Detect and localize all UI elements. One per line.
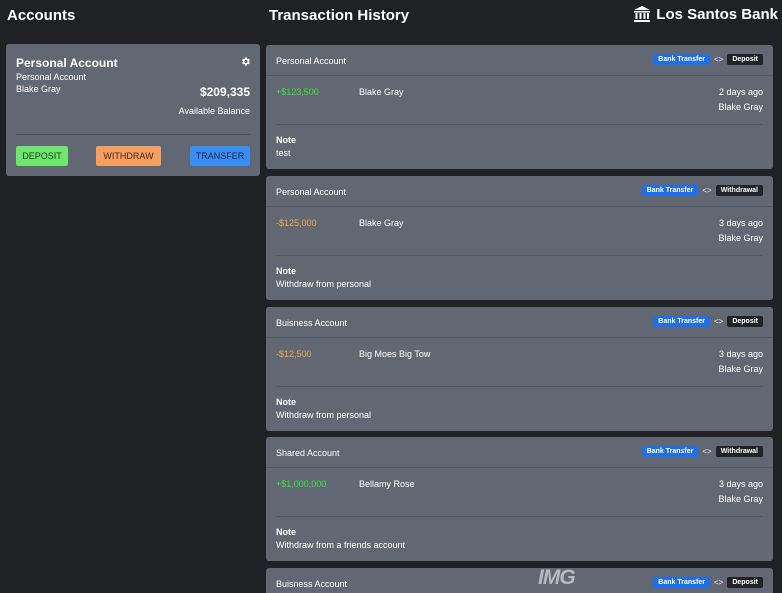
transaction-card: Personal Account Bank Transfer <> Deposi… [266,45,773,169]
note-label: Note [276,135,296,145]
type-badge: Deposit [727,577,763,588]
transaction-tags: Bank Transfer <> Withdrawal [641,185,763,196]
transaction-time: 3 days ago [718,349,763,359]
transaction-card: Buisness Account Bank Transfer <> Deposi… [266,307,773,431]
transaction-tags: Bank Transfer <> Deposit [653,54,763,65]
transaction-party: Big Moes Big Tow [359,349,431,359]
method-badge: Bank Transfer [641,185,699,196]
account-type: Personal Account [16,72,87,82]
type-badge: Withdrawal [715,446,763,457]
transaction-by: Blake Gray [718,364,763,374]
transaction-card: Buisness Account Bank Transfer <> Deposi… [266,568,773,593]
tag-separator: <> [702,447,712,456]
account-card[interactable]: Personal Account Personal Account Blake … [6,44,260,176]
tag-separator: <> [713,578,724,587]
account-owner: Blake Gray [16,84,61,94]
account-title: Personal Account [16,56,118,70]
transaction-amount: -$125,000 [276,218,317,228]
transaction-account: Personal Account [276,56,347,66]
transaction-amount: -$12,500 [276,349,312,359]
divider [276,516,763,517]
transaction-time: 3 days ago [718,479,763,489]
transaction-tags: Bank Transfer <> Withdrawal [641,446,763,457]
transaction-tags: Bank Transfer <> Deposit [653,577,763,588]
tag-separator: <> [713,317,724,326]
transaction-tags: Bank Transfer <> Deposit [653,316,763,327]
divider [16,134,250,135]
note-text: test [276,148,291,158]
transaction-account: Buisness Account [276,318,348,328]
transaction-card: Shared Account Bank Transfer <> Withdraw… [266,437,773,561]
divider [276,124,763,125]
transaction-card: Personal Account Bank Transfer <> Withdr… [266,176,773,300]
account-balance: $209,335 [199,85,250,99]
available-balance-label: Available Balance [178,106,250,116]
transaction-by: Blake Gray [718,494,763,504]
tag-separator: <> [713,55,724,64]
transaction-header: Shared Account Bank Transfer <> Withdraw… [266,437,773,468]
bank-brand: Los Santos Bank [633,5,778,23]
transaction-amount: +$123,500 [276,87,319,97]
type-badge: Deposit [727,54,763,65]
bank-name: Los Santos Bank [656,5,778,23]
watermark-logo: IMG [538,566,576,589]
top-bar: Accounts Transaction History Los Santos … [0,0,782,40]
transaction-account: Personal Account [276,187,347,197]
transaction-header: Personal Account Bank Transfer <> Deposi… [266,45,773,76]
note-label: Note [276,266,296,276]
transaction-amount: +$1,000,000 [276,479,327,489]
note-text: Withdraw from personal [276,410,372,420]
note-label: Note [276,527,296,537]
divider [276,386,763,387]
type-badge: Deposit [727,316,763,327]
transaction-header: Personal Account Bank Transfer <> Withdr… [266,176,773,207]
withdraw-button[interactable]: WITHDRAW [96,146,161,166]
transaction-by: Blake Gray [718,102,763,112]
method-badge: Bank Transfer [641,446,699,457]
type-badge: Withdrawal [715,185,763,196]
transaction-history-heading: Transaction History [269,7,410,24]
transaction-party: Bellamy Rose [359,479,415,489]
bank-icon [633,5,651,23]
divider [276,255,763,256]
note-text: Withdraw from personal [276,279,372,289]
transfer-button[interactable]: TRANSFER [190,146,250,166]
transaction-time: 2 days ago [718,87,763,97]
accounts-heading: Accounts [7,7,76,24]
transaction-by: Blake Gray [718,233,763,243]
transaction-party: Blake Gray [359,87,404,97]
transaction-account: Buisness Account [276,579,348,589]
note-label: Note [276,397,296,407]
note-text: Withdraw from a friends account [276,540,406,550]
method-badge: Bank Transfer [653,577,710,588]
transaction-header: Buisness Account Bank Transfer <> Deposi… [266,307,773,338]
tag-separator: <> [702,186,712,195]
method-badge: Bank Transfer [653,316,710,327]
deposit-button[interactable]: DEPOSIT [16,146,68,166]
transaction-time: 3 days ago [718,218,763,228]
transaction-party: Blake Gray [359,218,404,228]
transaction-account: Shared Account [276,448,340,458]
method-badge: Bank Transfer [653,54,710,65]
gear-icon[interactable] [240,54,251,72]
transaction-header: Buisness Account Bank Transfer <> Deposi… [266,568,773,593]
